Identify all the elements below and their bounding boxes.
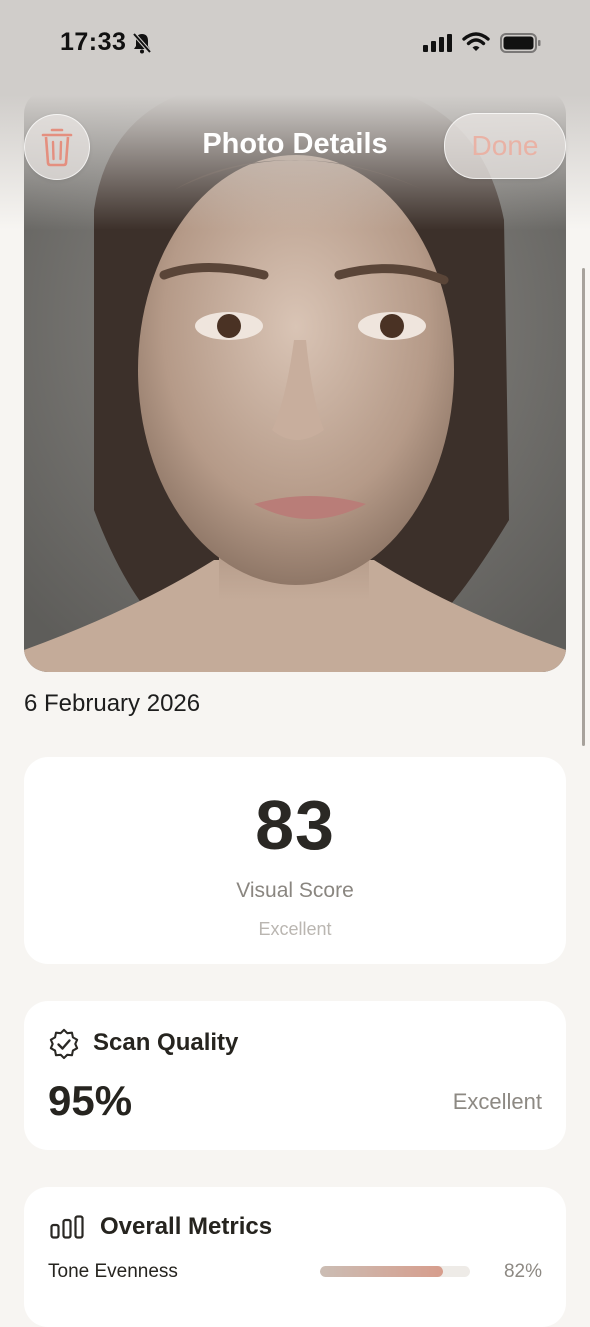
done-button[interactable]: Done (444, 113, 566, 179)
overall-metrics-card: Overall Metrics Tone Evenness 82% (24, 1187, 566, 1327)
scrollbar[interactable] (582, 268, 585, 746)
status-time: 17:33 (60, 28, 127, 56)
visual-score-rating: Excellent (258, 919, 332, 939)
battery-icon (500, 33, 541, 53)
metric-progress-fill (320, 1266, 443, 1277)
metric-row: Tone Evenness 82% (48, 1259, 542, 1289)
metric-progress-bar (320, 1266, 470, 1277)
bell-slash-icon (132, 32, 152, 54)
visual-score-value: 83 (255, 786, 335, 864)
scan-quality-rating: Excellent (452, 1089, 542, 1114)
seal-check-icon (49, 1028, 79, 1060)
wifi-icon (462, 32, 490, 51)
scan-quality-card: Scan Quality 95% Excellent (24, 1001, 566, 1150)
nav-bar: Photo Details Done (0, 110, 590, 180)
visual-score-card: 83 Visual Score Excellent (24, 757, 566, 964)
metric-value: 82% (503, 1261, 542, 1282)
scan-quality-value: 95% (48, 1077, 133, 1124)
overall-metrics-title: Overall Metrics (100, 1213, 273, 1240)
metric-label: Tone Evenness (48, 1261, 178, 1282)
status-bar: 17:33 (0, 0, 590, 88)
signal-icon (423, 34, 452, 52)
bar-chart-icon (50, 1215, 84, 1239)
photo-date: 6 February 2026 (24, 690, 201, 717)
visual-score-label: Visual Score (236, 879, 354, 902)
scan-quality-title: Scan Quality (93, 1029, 239, 1056)
